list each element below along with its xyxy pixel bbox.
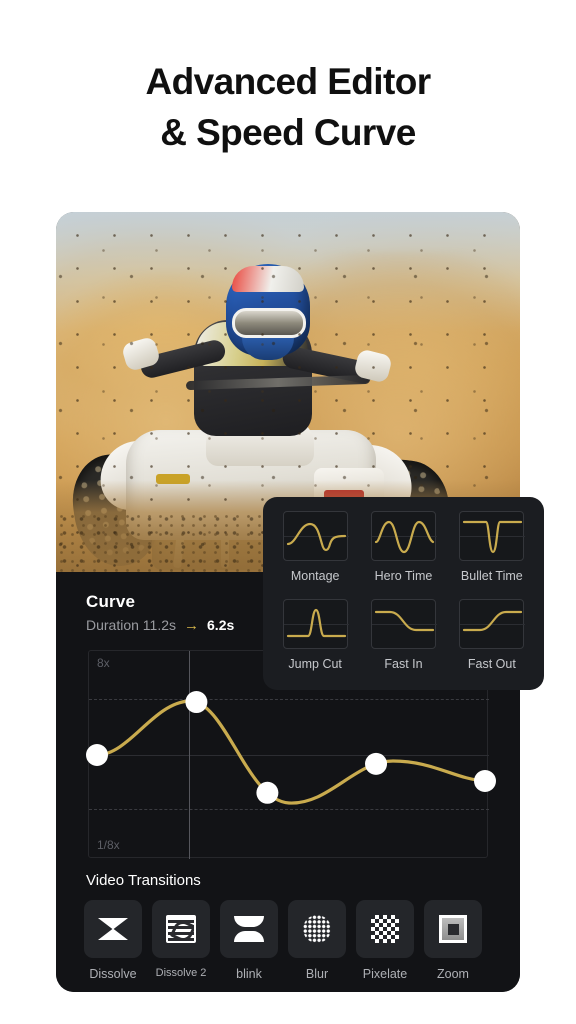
curve-control-point[interactable] bbox=[474, 770, 496, 792]
curve-control-point[interactable] bbox=[256, 781, 279, 804]
montage-curve-icon bbox=[286, 522, 346, 552]
transition-dissolve[interactable]: Dissolve bbox=[84, 900, 142, 981]
preset-hero-time-label: Hero Time bbox=[374, 569, 433, 583]
preset-montage[interactable]: Montage bbox=[273, 511, 357, 595]
video-transitions-row: Dissolve Dissolve 2 blink Blur Pixelate … bbox=[84, 900, 482, 981]
transition-blur[interactable]: Blur bbox=[288, 900, 346, 981]
hero-time-curve-icon bbox=[374, 520, 435, 554]
transition-dissolve-2-label: Dissolve 2 bbox=[155, 967, 207, 979]
preset-jump-cut[interactable]: Jump Cut bbox=[273, 598, 357, 683]
transition-dissolve-label: Dissolve bbox=[89, 967, 137, 981]
jump-cut-curve-icon bbox=[286, 608, 346, 637]
curve-heading: Curve bbox=[86, 592, 136, 611]
lens-icon bbox=[234, 916, 264, 942]
page-title-line-2: & Speed Curve bbox=[160, 112, 416, 153]
transition-blink-thumb[interactable] bbox=[220, 900, 278, 958]
page-title-line-1: Advanced Editor bbox=[145, 61, 432, 102]
transition-blink[interactable]: blink bbox=[220, 900, 278, 981]
preset-montage-thumb[interactable] bbox=[282, 511, 349, 561]
transition-pixelate-label: Pixelate bbox=[362, 967, 408, 981]
fast-in-curve-icon bbox=[374, 610, 435, 631]
transition-dissolve-2[interactable]: Dissolve 2 bbox=[152, 900, 210, 981]
preset-bullet-time[interactable]: Bullet Time bbox=[450, 511, 534, 595]
preset-hero-time-thumb[interactable] bbox=[370, 511, 437, 561]
duration-row: Duration 11.2s → 6.2s bbox=[86, 617, 234, 633]
transition-dissolve-2-thumb[interactable] bbox=[152, 900, 210, 958]
preset-bullet-time-thumb[interactable] bbox=[459, 511, 526, 561]
preset-fast-in-thumb[interactable] bbox=[370, 598, 437, 649]
transition-pixelate-thumb[interactable] bbox=[356, 900, 414, 958]
duration-original: Duration 11.2s bbox=[86, 617, 177, 633]
bowtie-icon bbox=[98, 918, 128, 940]
curve-control-point[interactable] bbox=[86, 744, 108, 766]
video-transitions-heading: Video Transitions bbox=[86, 872, 201, 889]
preset-fast-in[interactable]: Fast In bbox=[361, 598, 445, 683]
preset-hero-time[interactable]: Hero Time bbox=[361, 511, 445, 595]
transition-pixelate[interactable]: Pixelate bbox=[356, 900, 414, 981]
preset-bullet-time-label: Bullet Time bbox=[460, 569, 523, 583]
curve-control-point[interactable] bbox=[185, 691, 208, 714]
duration-result: 6.2s bbox=[207, 617, 235, 633]
swirl-icon bbox=[166, 915, 196, 943]
dot-grid-icon bbox=[303, 915, 331, 943]
preset-fast-out-label: Fast Out bbox=[467, 656, 516, 671]
transition-zoom[interactable]: Zoom bbox=[424, 900, 482, 981]
preset-fast-out[interactable]: Fast Out bbox=[450, 598, 534, 683]
transition-dissolve-thumb[interactable] bbox=[84, 900, 142, 958]
preset-jump-cut-label: Jump Cut bbox=[288, 656, 342, 671]
nested-square-icon bbox=[439, 915, 467, 943]
page-title: Advanced Editor & Speed Curve bbox=[0, 56, 576, 158]
transition-blur-label: Blur bbox=[305, 967, 329, 981]
preset-fast-in-label: Fast In bbox=[384, 656, 423, 671]
transition-blink-label: blink bbox=[236, 967, 262, 981]
transition-zoom-label: Zoom bbox=[437, 967, 469, 981]
transition-blur-thumb[interactable] bbox=[288, 900, 346, 958]
preset-montage-label: Montage bbox=[290, 569, 340, 583]
app-root: Advanced Editor & Speed Curve Curve Dura… bbox=[0, 0, 576, 1024]
preset-fast-out-thumb[interactable] bbox=[459, 598, 526, 649]
bullet-time-curve-icon bbox=[463, 520, 523, 554]
curve-presets-popover: Montage Hero Time Bullet Time Jump Cut F… bbox=[263, 497, 544, 690]
preset-jump-cut-thumb[interactable] bbox=[282, 598, 349, 649]
arrow-right-icon: → bbox=[184, 616, 200, 634]
fast-out-curve-icon bbox=[463, 610, 523, 631]
checkerboard-icon bbox=[371, 915, 399, 943]
curve-control-point[interactable] bbox=[365, 752, 388, 775]
transition-zoom-thumb[interactable] bbox=[424, 900, 482, 958]
